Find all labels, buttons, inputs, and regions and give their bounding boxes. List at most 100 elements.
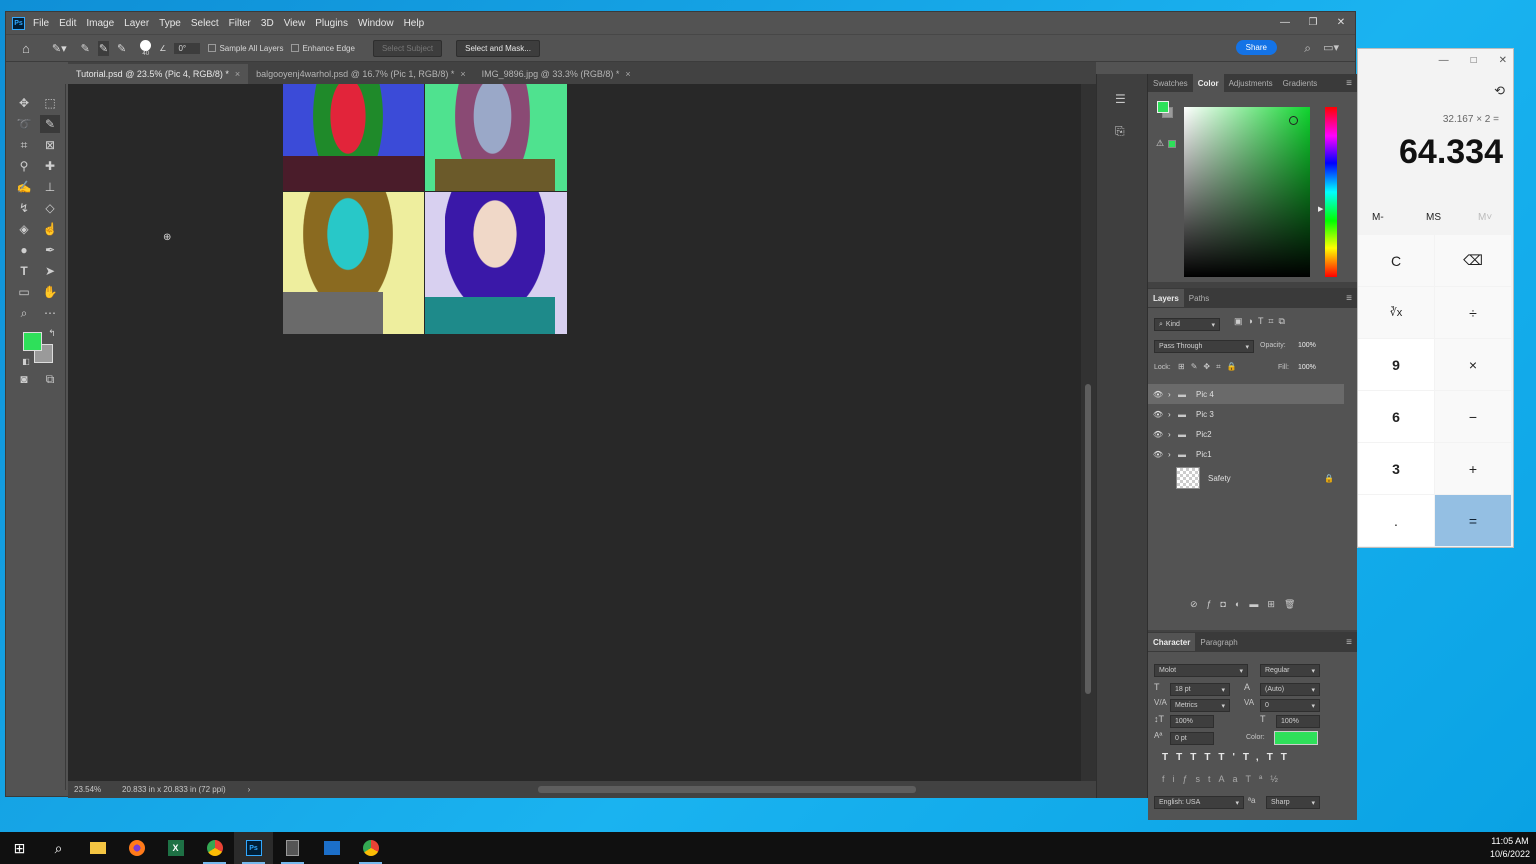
- select-and-mask-button[interactable]: Select and Mask...: [456, 39, 540, 57]
- menu-3d[interactable]: 3D: [261, 18, 274, 29]
- memory-minus-button[interactable]: M-: [1372, 212, 1384, 223]
- marquee-tool-icon[interactable]: ⬚: [40, 94, 60, 112]
- menu-select[interactable]: Select: [191, 18, 219, 29]
- lasso-tool-icon[interactable]: ➰: [14, 115, 34, 133]
- close-icon[interactable]: ✕: [1327, 12, 1355, 32]
- smudge-tool-icon[interactable]: ☝: [40, 220, 60, 238]
- swap-colors-icon[interactable]: ↰: [42, 324, 62, 342]
- select-subject-button[interactable]: Select Subject: [372, 39, 443, 57]
- quick-selection-tool-icon[interactable]: ✎: [40, 115, 60, 133]
- eye-icon[interactable]: 👁: [1148, 410, 1168, 419]
- more-tools-icon[interactable]: ⋯: [40, 304, 60, 322]
- menu-filter[interactable]: Filter: [229, 18, 251, 29]
- calculator-taskbar-button[interactable]: [273, 832, 312, 864]
- workspace-icon[interactable]: ▭▾: [1323, 41, 1339, 54]
- character-menu-icon[interactable]: ≡: [1346, 637, 1352, 648]
- type-tool-icon[interactable]: T: [14, 262, 34, 280]
- system-clock[interactable]: 11:05 AM 10/6/2022: [1490, 835, 1530, 861]
- text-color-swatch[interactable]: [1274, 731, 1318, 745]
- eye-icon[interactable]: 👁: [1148, 450, 1168, 459]
- add-button[interactable]: +: [1435, 443, 1511, 494]
- opentype-buttons[interactable]: fiƒstAaTª½: [1162, 774, 1286, 784]
- opacity-value[interactable]: 100%: [1298, 342, 1316, 349]
- color-fg-swatch[interactable]: [1157, 101, 1169, 113]
- excel-button[interactable]: X: [156, 832, 195, 864]
- photoshop-taskbar-button[interactable]: Ps: [234, 832, 273, 864]
- chevron-right-icon[interactable]: ›: [1168, 410, 1178, 419]
- path-selection-icon[interactable]: ➤: [40, 262, 60, 280]
- digit-9-button[interactable]: 9: [1358, 339, 1434, 390]
- default-colors-icon[interactable]: ◧: [16, 352, 36, 370]
- close-tab-icon[interactable]: ×: [235, 69, 240, 79]
- chevron-right-icon[interactable]: ›: [1168, 450, 1178, 459]
- panel-menu-icon[interactable]: ≡: [1346, 78, 1352, 89]
- layer-row[interactable]: 👁 › ▬ Pic1: [1148, 444, 1344, 464]
- tab-paragraph[interactable]: Paragraph: [1195, 633, 1242, 651]
- horizontal-scroll-thumb[interactable]: [538, 786, 916, 793]
- chrome-2-button[interactable]: [351, 832, 390, 864]
- layer-filter-icons[interactable]: ▣◑T⌗⧉: [1234, 316, 1290, 327]
- decimal-button[interactable]: .: [1358, 495, 1434, 546]
- layer-row[interactable]: 👁 › ▬ Pic 4: [1148, 384, 1344, 404]
- layer-row[interactable]: 👁 › ▬ Pic2: [1148, 424, 1344, 444]
- canvas-area[interactable]: ⊕: [68, 84, 1081, 781]
- clone-stamp-icon[interactable]: ⊥: [40, 178, 60, 196]
- screen-mode-icon[interactable]: ⧉: [40, 370, 60, 388]
- sample-all-layers-checkbox[interactable]: Sample All Layers: [208, 44, 283, 53]
- angle-field[interactable]: 0°: [174, 42, 201, 54]
- tab-adjustments[interactable]: Adjustments: [1224, 74, 1278, 92]
- tab-paths[interactable]: Paths: [1184, 289, 1214, 307]
- eye-icon[interactable]: 👁: [1148, 430, 1168, 439]
- digit-3-button[interactable]: 3: [1358, 443, 1434, 494]
- font-family-select[interactable]: Molot ▾: [1154, 664, 1248, 677]
- divide-button[interactable]: ÷: [1435, 287, 1511, 338]
- paint-bucket-icon[interactable]: ◈: [14, 220, 34, 238]
- movies-button[interactable]: [312, 832, 351, 864]
- subtract-button[interactable]: −: [1435, 391, 1511, 442]
- vertical-scale-field[interactable]: 100%: [1170, 715, 1214, 728]
- menu-window[interactable]: Window: [358, 18, 394, 29]
- vertical-scrollbar[interactable]: [1081, 84, 1096, 781]
- hand-tool-icon[interactable]: ✋: [40, 283, 60, 301]
- font-size-field[interactable]: 18 pt ▾: [1170, 683, 1230, 696]
- chevron-right-icon[interactable]: ›: [1168, 390, 1178, 399]
- menu-view[interactable]: View: [284, 18, 306, 29]
- quick-select-preset-icon[interactable]: ✎▾: [52, 42, 67, 55]
- gamut-swatch[interactable]: [1168, 140, 1176, 148]
- move-tool-icon[interactable]: ✥: [14, 94, 34, 112]
- brush-size-picker[interactable]: 40: [140, 39, 152, 57]
- new-selection-icon[interactable]: ✎: [81, 42, 90, 55]
- chevron-right-icon[interactable]: ›: [1168, 430, 1178, 439]
- close-tab-icon[interactable]: ×: [460, 69, 465, 79]
- healing-brush-icon[interactable]: ✚: [40, 157, 60, 175]
- kerning-field[interactable]: Metrics ▾: [1170, 699, 1230, 712]
- menu-layer[interactable]: Layer: [124, 18, 149, 29]
- hue-slider[interactable]: ▶: [1318, 107, 1337, 277]
- eye-icon[interactable]: 👁: [1148, 390, 1168, 399]
- maximize-icon[interactable]: □: [1471, 55, 1477, 66]
- tab-img[interactable]: IMG_9896.jpg @ 33.3% (RGB/8) * ×: [474, 64, 639, 84]
- layer-row[interactable]: 👁 › ▬ Pic 3: [1148, 404, 1344, 424]
- pen-tool-icon[interactable]: ✒: [40, 241, 60, 259]
- clear-button[interactable]: C: [1358, 235, 1434, 286]
- subtract-selection-icon[interactable]: ✎: [117, 42, 126, 55]
- eraser-tool-icon[interactable]: ◇: [40, 199, 60, 217]
- menu-file[interactable]: File: [33, 18, 49, 29]
- tab-character[interactable]: Character: [1148, 633, 1196, 651]
- tab-swatches[interactable]: Swatches: [1148, 74, 1193, 92]
- fill-value[interactable]: 100%: [1298, 364, 1316, 371]
- firefox-button[interactable]: [117, 832, 156, 864]
- quick-mask-icon[interactable]: ◙: [14, 370, 34, 388]
- status-arrow-icon[interactable]: ›: [248, 785, 251, 794]
- file-explorer-button[interactable]: [78, 832, 117, 864]
- eyedropper-tool-icon[interactable]: ⚲: [14, 157, 34, 175]
- dodge-tool-icon[interactable]: ●: [14, 241, 34, 259]
- maximize-icon[interactable]: ❐: [1299, 12, 1327, 32]
- history-brush-icon[interactable]: ↯: [14, 199, 34, 217]
- tab-color[interactable]: Color: [1192, 74, 1224, 92]
- close-tab-icon[interactable]: ×: [625, 69, 630, 79]
- foreground-color-front[interactable]: [23, 332, 42, 351]
- add-selection-icon[interactable]: ✎: [97, 40, 110, 56]
- multiply-button[interactable]: ×: [1435, 339, 1511, 390]
- rectangle-tool-icon[interactable]: ▭: [14, 283, 34, 301]
